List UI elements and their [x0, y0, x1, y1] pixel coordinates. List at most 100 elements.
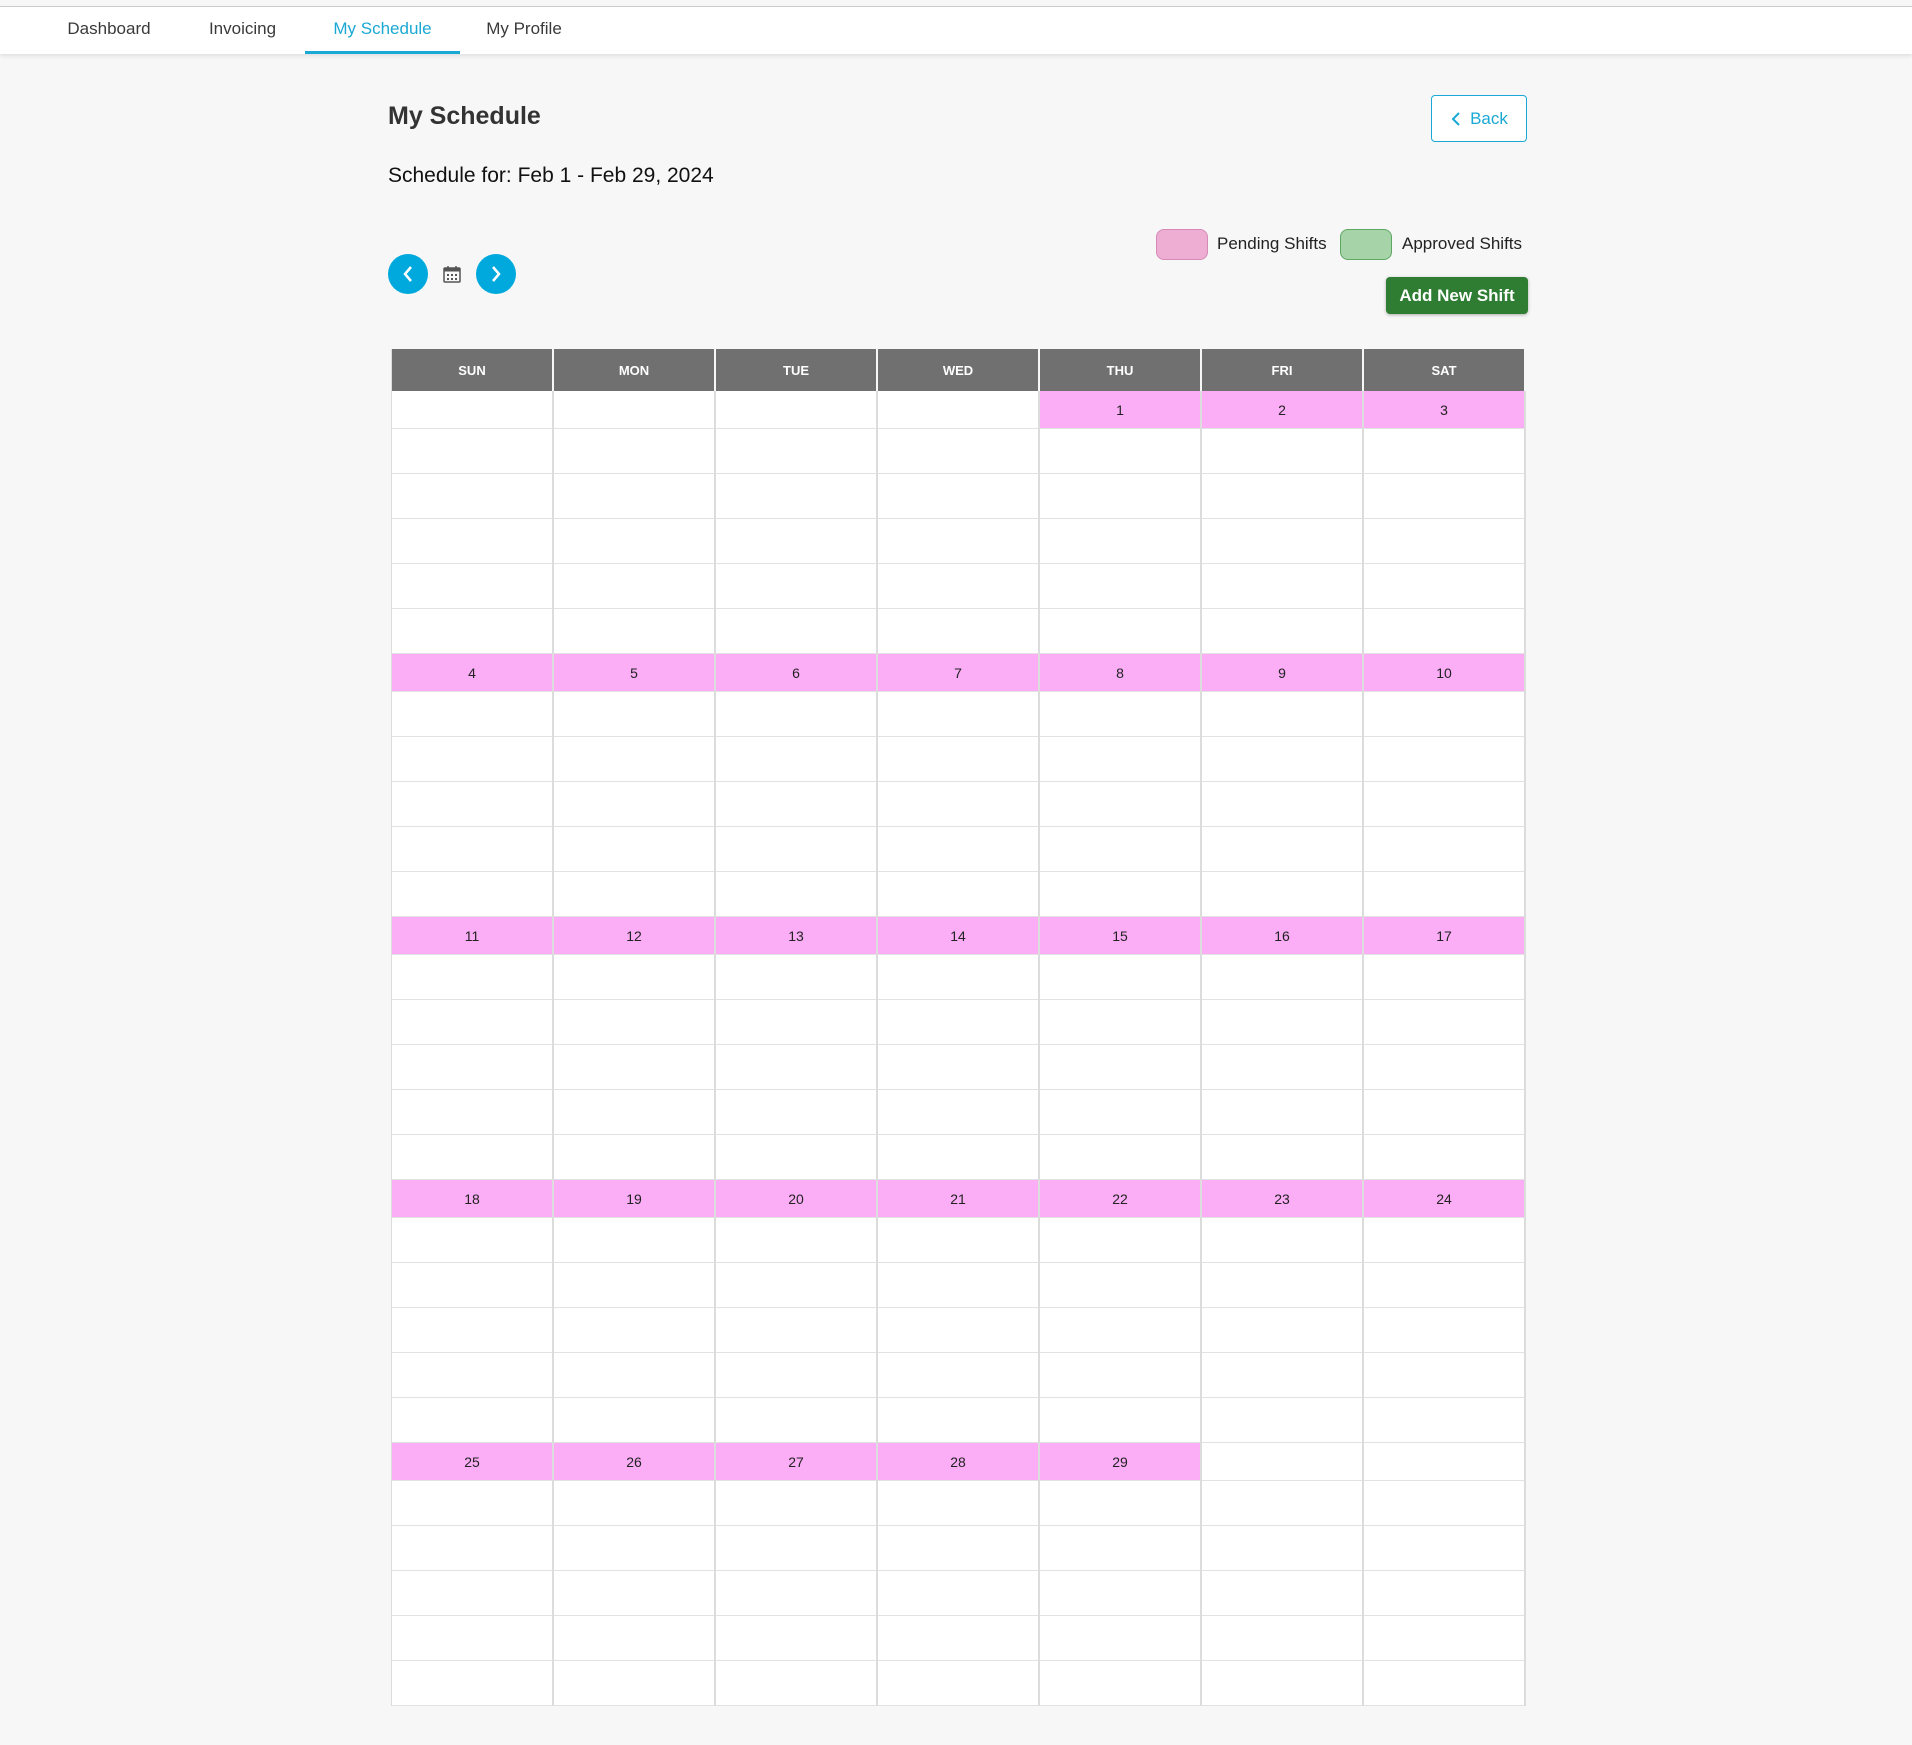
shift-slot[interactable]: [1202, 827, 1362, 872]
shift-slot[interactable]: [1364, 872, 1524, 917]
shift-slot[interactable]: [1040, 955, 1200, 1000]
day-cell[interactable]: 14: [878, 917, 1040, 1180]
tab-my-profile[interactable]: My Profile: [476, 7, 572, 54]
shift-slot[interactable]: [1040, 609, 1200, 654]
shift-slot[interactable]: [1202, 1308, 1362, 1353]
shift-slot[interactable]: [1040, 1616, 1200, 1661]
shift-slot[interactable]: [1364, 429, 1524, 474]
shift-slot[interactable]: [1364, 1481, 1524, 1526]
prev-month-button[interactable]: [388, 254, 428, 294]
shift-slot[interactable]: [1364, 609, 1524, 654]
shift-slot[interactable]: [554, 609, 714, 654]
shift-slot[interactable]: [878, 1045, 1038, 1090]
shift-slot[interactable]: [1364, 1263, 1524, 1308]
day-cell[interactable]: 13: [716, 917, 878, 1180]
shift-slot[interactable]: [554, 564, 714, 609]
shift-slot[interactable]: [554, 1398, 714, 1443]
shift-slot[interactable]: [554, 474, 714, 519]
shift-slot[interactable]: [1364, 782, 1524, 827]
shift-slot[interactable]: [1364, 692, 1524, 737]
day-cell[interactable]: [716, 391, 878, 654]
shift-slot[interactable]: [716, 1090, 876, 1135]
shift-slot[interactable]: [554, 872, 714, 917]
shift-slot[interactable]: [554, 1090, 714, 1135]
shift-slot[interactable]: [392, 1000, 552, 1045]
shift-slot[interactable]: [1040, 429, 1200, 474]
shift-slot[interactable]: [1202, 782, 1362, 827]
shift-slot[interactable]: [554, 782, 714, 827]
shift-slot[interactable]: [1364, 1135, 1524, 1180]
shift-slot[interactable]: [554, 1218, 714, 1263]
shift-slot[interactable]: [1364, 1090, 1524, 1135]
shift-slot[interactable]: [878, 782, 1038, 827]
tab-invoicing[interactable]: Invoicing: [190, 7, 295, 54]
shift-slot[interactable]: [1202, 1045, 1362, 1090]
shift-slot[interactable]: [1202, 737, 1362, 782]
shift-slot[interactable]: [1364, 474, 1524, 519]
shift-slot[interactable]: [878, 737, 1038, 782]
shift-slot[interactable]: [1040, 474, 1200, 519]
shift-slot[interactable]: [1364, 1571, 1524, 1616]
day-cell[interactable]: [1364, 1443, 1526, 1706]
calendar-icon[interactable]: [442, 264, 462, 284]
day-cell[interactable]: 25: [392, 1443, 554, 1706]
shift-slot[interactable]: [878, 827, 1038, 872]
shift-slot[interactable]: [716, 782, 876, 827]
day-cell[interactable]: 7: [878, 654, 1040, 917]
shift-slot[interactable]: [1202, 1090, 1362, 1135]
shift-slot[interactable]: [716, 737, 876, 782]
shift-slot[interactable]: [1364, 1398, 1524, 1443]
shift-slot[interactable]: [1040, 1000, 1200, 1045]
shift-slot[interactable]: [392, 519, 552, 564]
shift-slot[interactable]: [716, 1526, 876, 1571]
shift-slot[interactable]: [716, 474, 876, 519]
shift-slot[interactable]: [1364, 1353, 1524, 1398]
day-cell[interactable]: 23: [1202, 1180, 1364, 1443]
shift-slot[interactable]: [878, 1661, 1038, 1706]
day-cell[interactable]: 18: [392, 1180, 554, 1443]
shift-slot[interactable]: [392, 1616, 552, 1661]
shift-slot[interactable]: [1364, 519, 1524, 564]
shift-slot[interactable]: [1364, 1308, 1524, 1353]
shift-slot[interactable]: [1202, 1135, 1362, 1180]
shift-slot[interactable]: [1040, 1045, 1200, 1090]
shift-slot[interactable]: [716, 609, 876, 654]
shift-slot[interactable]: [1364, 827, 1524, 872]
shift-slot[interactable]: [392, 1398, 552, 1443]
shift-slot[interactable]: [392, 1218, 552, 1263]
shift-slot[interactable]: [1040, 1398, 1200, 1443]
shift-slot[interactable]: [878, 955, 1038, 1000]
day-cell[interactable]: 26: [554, 1443, 716, 1706]
shift-slot[interactable]: [716, 429, 876, 474]
shift-slot[interactable]: [1202, 564, 1362, 609]
shift-slot[interactable]: [716, 827, 876, 872]
shift-slot[interactable]: [1040, 827, 1200, 872]
shift-slot[interactable]: [1040, 872, 1200, 917]
shift-slot[interactable]: [392, 1571, 552, 1616]
shift-slot[interactable]: [1202, 1526, 1362, 1571]
shift-slot[interactable]: [392, 827, 552, 872]
shift-slot[interactable]: [554, 1045, 714, 1090]
shift-slot[interactable]: [1364, 564, 1524, 609]
shift-slot[interactable]: [392, 1481, 552, 1526]
shift-slot[interactable]: [392, 564, 552, 609]
shift-slot[interactable]: [878, 1481, 1038, 1526]
shift-slot[interactable]: [1202, 609, 1362, 654]
shift-slot[interactable]: [878, 519, 1038, 564]
shift-slot[interactable]: [392, 1308, 552, 1353]
day-cell[interactable]: 11: [392, 917, 554, 1180]
day-cell[interactable]: 5: [554, 654, 716, 917]
day-cell[interactable]: [1202, 1443, 1364, 1706]
shift-slot[interactable]: [1040, 1090, 1200, 1135]
shift-slot[interactable]: [554, 1616, 714, 1661]
shift-slot[interactable]: [554, 737, 714, 782]
add-new-shift-button[interactable]: Add New Shift: [1386, 277, 1528, 314]
shift-slot[interactable]: [554, 1308, 714, 1353]
shift-slot[interactable]: [392, 782, 552, 827]
shift-slot[interactable]: [1364, 737, 1524, 782]
shift-slot[interactable]: [1364, 955, 1524, 1000]
shift-slot[interactable]: [878, 1571, 1038, 1616]
day-cell[interactable]: 19: [554, 1180, 716, 1443]
shift-slot[interactable]: [554, 1135, 714, 1180]
shift-slot[interactable]: [716, 1135, 876, 1180]
